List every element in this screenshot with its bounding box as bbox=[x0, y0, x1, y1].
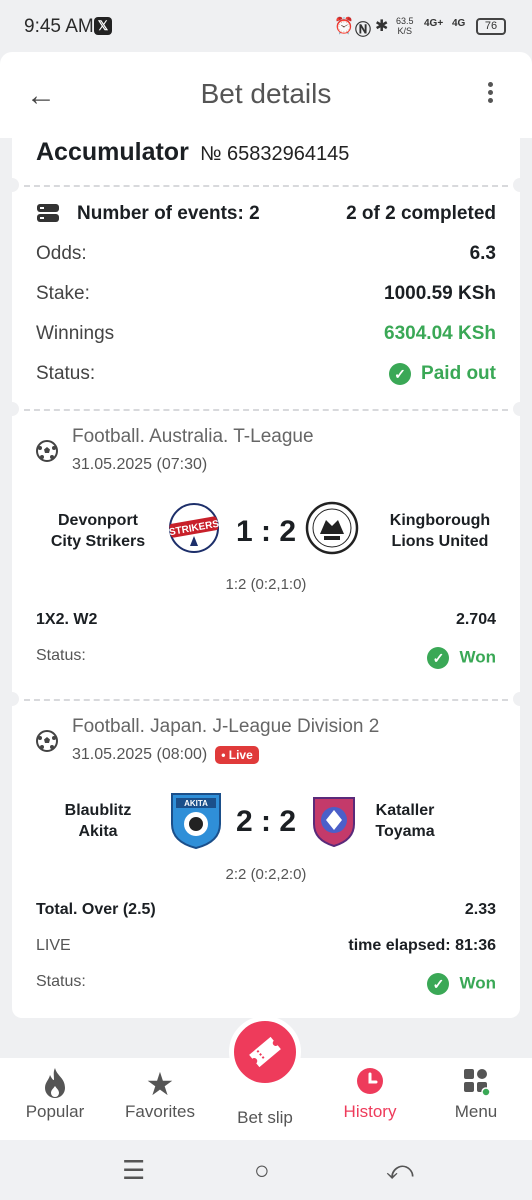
event-date: 31.05.2025 (08:00) • Live bbox=[72, 746, 259, 764]
away-team-logo bbox=[306, 792, 362, 848]
ticket-notch-left bbox=[5, 692, 19, 706]
bet-type: Accumulator bbox=[36, 138, 189, 166]
status-value: Paid out bbox=[421, 363, 496, 385]
status-time: 9:45 AM bbox=[24, 16, 94, 37]
event-status-row: Status: ✓ Won bbox=[36, 973, 496, 995]
alarm-icon: ⏰ bbox=[334, 18, 354, 35]
event-league: Football. Japan. J-League Division 2 bbox=[72, 716, 380, 737]
recent-apps-icon[interactable]: ☰ bbox=[122, 1155, 145, 1186]
away-team-logo bbox=[304, 500, 360, 556]
ticket-notch-left bbox=[5, 178, 19, 192]
check-icon: ✓ bbox=[427, 973, 450, 995]
home-team-name: Devonport City Strikers bbox=[50, 512, 146, 550]
bluetooth-icon: ✱ bbox=[375, 18, 389, 35]
ticket-notch-left bbox=[5, 402, 19, 416]
divider bbox=[24, 185, 508, 187]
nav-popular[interactable]: Popular bbox=[2, 1066, 108, 1122]
home-icon[interactable]: ○ bbox=[254, 1155, 270, 1186]
check-icon: ✓ bbox=[427, 647, 450, 669]
nav-betslip-label[interactable]: Bet slip bbox=[212, 1108, 318, 1128]
bet-market: Total. Over (2.5) 2.33 bbox=[36, 901, 496, 918]
divider bbox=[24, 409, 508, 411]
odds-row: Odds: 6.3 bbox=[36, 243, 496, 264]
bet-market: 1X2. W2 2.704 bbox=[36, 611, 496, 628]
nav-favorites[interactable]: ★ Favorites bbox=[107, 1066, 213, 1122]
event-score: 1 : 2 bbox=[235, 515, 297, 548]
network-4g-plus: 4G+ bbox=[424, 18, 444, 29]
x-app-icon: 𝕏 bbox=[94, 17, 112, 35]
stake-row: Stake: 1000.59 KSh bbox=[36, 283, 496, 304]
event-league: Football. Australia. T-League bbox=[72, 426, 314, 447]
event-date: 31.05.2025 (07:30) bbox=[72, 456, 208, 473]
nfc-icon: Ⓝ bbox=[355, 22, 372, 39]
more-options-icon[interactable] bbox=[482, 80, 498, 110]
nav-history[interactable]: History bbox=[317, 1066, 423, 1122]
completed-count: 2 of 2 completed bbox=[346, 203, 496, 224]
clock-icon bbox=[317, 1066, 423, 1102]
bet-odds: 2.33 bbox=[464, 901, 496, 918]
page-title: Bet details bbox=[200, 78, 332, 109]
bet-number: № 65832964145 bbox=[200, 143, 350, 165]
home-team-logo: STRIKERS bbox=[166, 500, 222, 556]
time-elapsed: time elapsed: 81:36 bbox=[348, 937, 496, 954]
event-score: 2 : 2 bbox=[235, 805, 297, 838]
bet-slip-button[interactable] bbox=[229, 1016, 301, 1088]
home-team-logo: AKITA bbox=[166, 790, 226, 850]
football-icon bbox=[36, 730, 58, 752]
battery-icon: 76 bbox=[476, 18, 506, 35]
events-count: Number of events: 22 of 2 completed bbox=[77, 203, 496, 224]
divider bbox=[24, 699, 508, 701]
fire-icon bbox=[2, 1066, 108, 1102]
events-list-icon bbox=[36, 202, 60, 224]
away-team-name: Kingborough Lions United bbox=[389, 512, 491, 550]
network-4g: 4G bbox=[452, 18, 466, 29]
winnings-row: Winnings 6304.04 KSh bbox=[36, 323, 496, 344]
nav-menu[interactable]: Menu bbox=[423, 1066, 529, 1122]
ticket-notch-right bbox=[513, 178, 527, 192]
network-speed: 63.5 K/S bbox=[396, 16, 414, 36]
ticket-notch-right bbox=[513, 692, 527, 706]
live-badge: • Live bbox=[215, 746, 259, 764]
away-team-name: Kataller Toyama bbox=[375, 802, 435, 840]
system-back-icon[interactable]: ⤺ bbox=[386, 1155, 414, 1187]
check-icon: ✓ bbox=[389, 363, 412, 385]
live-elapsed-row: LIVE time elapsed: 81:36 bbox=[36, 937, 496, 954]
event-status-row: Status: ✓ Won bbox=[36, 647, 496, 669]
bet-odds: 2.704 bbox=[455, 611, 496, 628]
event-half-scores: 1:2 (0:2,1:0) bbox=[225, 576, 307, 593]
home-team-name: Blaublitz Akita bbox=[64, 802, 132, 840]
star-icon: ★ bbox=[145, 1066, 175, 1102]
event-half-scores: 2:2 (0:2,2:0) bbox=[225, 866, 307, 883]
football-icon bbox=[36, 440, 58, 462]
status-row: Status: ✓ Paid out bbox=[36, 363, 496, 385]
svg-text:AKITA: AKITA bbox=[184, 799, 208, 808]
ticket-notch-right bbox=[513, 402, 527, 416]
menu-grid-icon bbox=[423, 1066, 529, 1102]
